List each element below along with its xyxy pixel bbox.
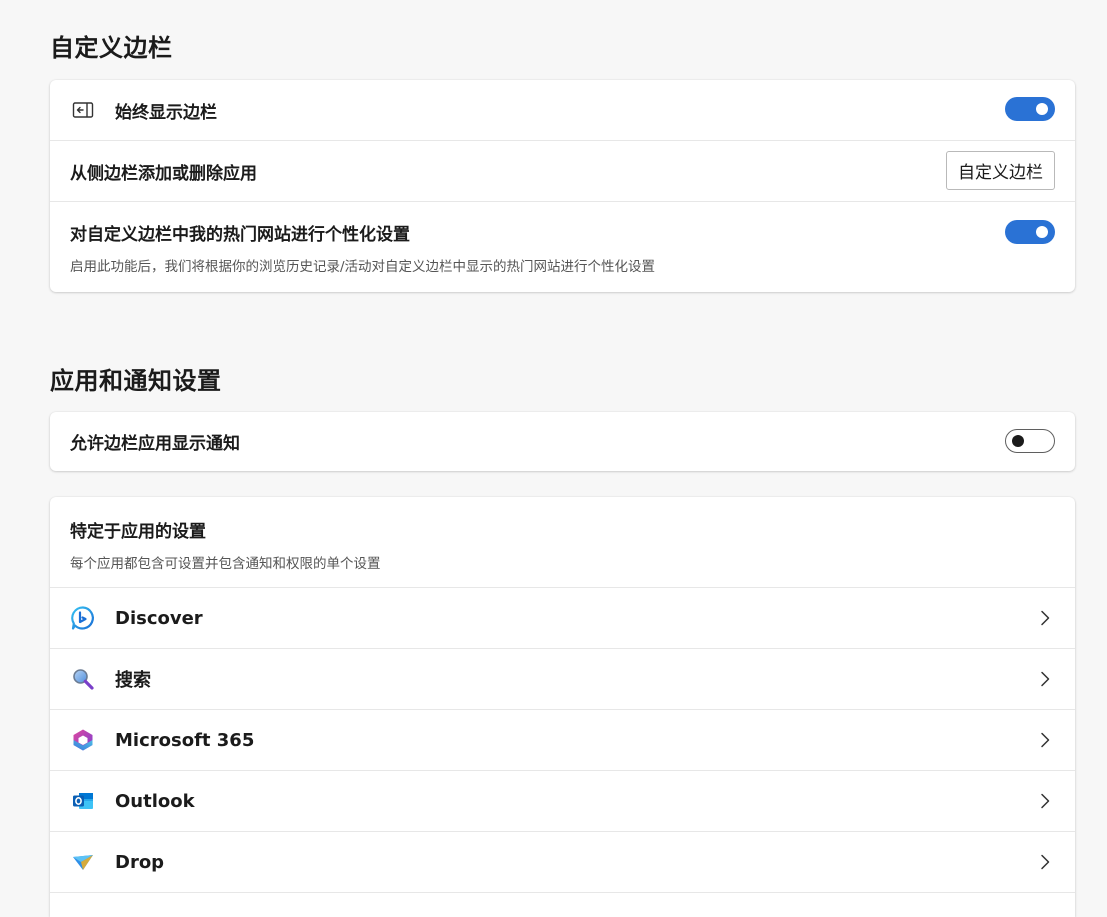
app-row-outlook[interactable]: Outlook [50,770,1075,831]
sidebar-panel-icon [70,97,96,123]
app-label: Discover [115,607,203,629]
drop-icon [70,849,96,875]
personalize-top-sites-row: 对自定义边栏中我的热门网站进行个性化设置 启用此功能后，我们将根据你的浏览历史记… [50,201,1075,292]
app-row-search[interactable]: 搜索 [50,648,1075,709]
discover-icon [70,605,96,631]
always-show-sidebar-row: 始终显示边栏 [50,80,1075,140]
chevron-right-icon [1037,610,1053,626]
app-specific-description: 每个应用都包含可设置并包含通知和权限的单个设置 [70,556,381,572]
always-show-sidebar-label: 始终显示边栏 [115,102,217,123]
app-row-drop[interactable]: Drop [50,831,1075,892]
sidebar-settings-card: 始终显示边栏 从侧边栏添加或删除应用 自定义边栏 对自定义边栏中我的热门网站进行… [50,80,1075,292]
chevron-right-icon [1037,671,1053,687]
chevron-right-icon [1037,854,1053,870]
app-specific-title: 特定于应用的设置 [70,522,206,542]
app-label: 搜索 [115,670,151,691]
personalize-top-sites-label: 对自定义边栏中我的热门网站进行个性化设置 [70,225,410,245]
search-icon [70,666,96,692]
customize-sidebar-button[interactable]: 自定义边栏 [946,151,1055,190]
app-label: Microsoft 365 [115,729,255,751]
personalize-top-sites-description: 启用此功能后，我们将根据你的浏览历史记录/活动对自定义边栏中显示的热门网站进行个… [70,259,656,275]
app-specific-header: 特定于应用的设置 每个应用都包含可设置并包含通知和权限的单个设置 [50,497,1075,587]
app-specific-settings-card: 特定于应用的设置 每个应用都包含可设置并包含通知和权限的单个设置 Discove… [50,497,1075,917]
apps-section-title: 应用和通知设置 [50,367,222,395]
always-show-sidebar-toggle[interactable] [1005,97,1055,121]
chevron-right-icon [1037,793,1053,809]
add-remove-apps-row: 从侧边栏添加或删除应用 自定义边栏 [50,140,1075,201]
app-row-microsoft-365[interactable]: Microsoft 365 [50,709,1075,770]
microsoft-365-icon [70,727,96,753]
chevron-right-icon [1037,732,1053,748]
notifications-card: 允许边栏应用显示通知 [50,412,1075,471]
app-row-partial [50,892,1075,917]
app-row-discover[interactable]: Discover [50,587,1075,648]
sidebar-section-title: 自定义边栏 [50,34,173,62]
personalize-top-sites-toggle[interactable] [1005,220,1055,244]
allow-notifications-label: 允许边栏应用显示通知 [70,434,240,454]
app-label: Drop [115,851,165,873]
allow-notifications-toggle[interactable] [1005,429,1055,453]
add-remove-apps-label: 从侧边栏添加或删除应用 [70,163,257,184]
outlook-icon [70,788,96,814]
allow-notifications-row: 允许边栏应用显示通知 [50,412,1075,471]
app-label: Outlook [115,790,195,812]
